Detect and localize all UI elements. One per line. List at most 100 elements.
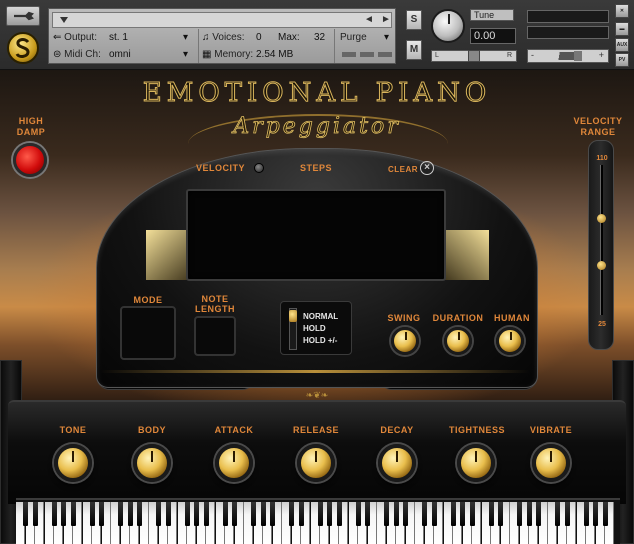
aux-button[interactable]: AUX [615,38,629,52]
tune-value[interactable]: 0.00 [470,28,516,44]
black-key[interactable] [498,502,503,526]
velocity-range-max: 110 [596,155,608,162]
black-key[interactable] [99,502,104,526]
black-key[interactable] [156,502,161,526]
purge-dropdown-icon[interactable]: ▾ [384,30,389,45]
body-knob[interactable] [133,444,171,482]
max-voices-value[interactable]: 32 [314,30,325,45]
black-key[interactable] [70,502,76,526]
pan-slider[interactable]: L R [431,50,517,62]
black-key[interactable] [469,502,475,526]
black-key[interactable] [89,502,95,526]
black-key[interactable] [422,502,427,526]
black-key[interactable] [222,502,228,526]
hold-mode-switch[interactable]: NORMAL HOLD HOLD +/- [280,301,352,355]
black-key[interactable] [593,502,598,526]
pan-handle[interactable] [468,50,480,62]
black-key[interactable] [232,502,237,526]
black-key[interactable] [51,502,57,526]
mute-button[interactable]: M [406,40,422,60]
purge-menu[interactable]: Purge ▾ [340,30,394,45]
black-key[interactable] [602,502,608,526]
tightness-knob[interactable] [457,444,495,482]
release-knob[interactable] [297,444,335,482]
black-key[interactable] [270,502,275,526]
black-key[interactable] [393,502,399,526]
black-key[interactable] [336,502,342,526]
hold-mode-handle[interactable] [289,310,297,322]
swing-knob[interactable] [391,327,419,355]
midi-icon: ⊜ [53,49,62,60]
black-key[interactable] [365,502,370,526]
black-key[interactable] [431,502,437,526]
mode-option-hold[interactable]: HOLD [303,324,326,333]
attack-knob[interactable] [215,444,253,482]
black-key[interactable] [194,502,199,526]
high-damp-button[interactable] [13,143,47,177]
black-key[interactable] [165,502,171,526]
black-key[interactable] [555,502,560,526]
black-key[interactable] [23,502,28,526]
vibrate-knob[interactable] [532,444,570,482]
black-key[interactable] [298,502,304,526]
black-key[interactable] [488,502,494,526]
midi-dropdown-icon[interactable]: ▾ [183,47,188,62]
black-key[interactable] [460,502,465,526]
wrench-icon[interactable] [6,6,40,26]
black-key[interactable] [355,502,361,526]
close-instrument-icon[interactable]: ✕ [615,4,629,18]
piano-keyboard[interactable] [16,498,620,544]
pv-button[interactable]: PV [615,53,629,67]
black-key[interactable] [118,502,123,526]
black-key[interactable] [32,502,38,526]
volume-slider[interactable]: - + [527,49,609,63]
black-key[interactable] [317,502,323,526]
mode-option-normal[interactable]: NORMAL [303,312,338,321]
mode-selector[interactable] [120,306,176,360]
black-key[interactable] [517,502,522,526]
black-key[interactable] [251,502,256,526]
velocity-range-upper-handle[interactable] [597,214,606,223]
close-circle-icon[interactable]: × [420,161,434,175]
arp-step-display[interactable] [186,189,446,281]
duration-label: DURATION [432,313,484,323]
midi-channel-selector[interactable]: ⊜ Midi Ch: omni ▾ [53,47,193,62]
voices-value: 0 [256,32,262,43]
black-key[interactable] [137,502,142,526]
velocity-range-lower-handle[interactable] [597,261,606,270]
black-key[interactable] [583,502,589,526]
black-key[interactable] [384,502,389,526]
mode-option-hold-plus-minus[interactable]: HOLD +/- [303,336,337,345]
black-key[interactable] [536,502,541,526]
prev-instrument-icon[interactable]: ◄ [364,13,374,27]
output-dropdown-icon[interactable]: ▾ [183,30,188,45]
black-key[interactable] [289,502,294,526]
black-key[interactable] [260,502,266,526]
black-key[interactable] [564,502,570,526]
duration-knob[interactable] [444,327,472,355]
black-key[interactable] [450,502,456,526]
kontakt-header: ◄ ► ⇐ Output: st. 1 ▾ ⊜ Midi Ch: omni ▾ … [0,0,634,70]
black-key[interactable] [403,502,408,526]
black-key[interactable] [184,502,190,526]
human-knob[interactable] [496,327,524,355]
velocity-toggle[interactable] [254,163,264,173]
black-key[interactable] [327,502,332,526]
dropdown-arrow-icon[interactable] [60,17,68,23]
instrument-panel: EMOTIONAL PIANO Arpeggiator HIGH DAMP VE… [0,70,634,544]
black-key[interactable] [203,502,209,526]
black-key[interactable] [127,502,133,526]
instrument-name-field[interactable]: ◄ ► [52,12,392,28]
note-length-selector[interactable] [194,316,236,356]
decay-knob[interactable] [378,444,416,482]
next-instrument-icon[interactable]: ► [381,13,391,27]
tone-knob[interactable] [54,444,92,482]
solo-button[interactable]: S [406,10,422,30]
black-key[interactable] [61,502,66,526]
velocity-range-slider[interactable]: 110 25 [588,140,614,350]
volume-handle[interactable] [574,51,582,61]
black-key[interactable] [526,502,532,526]
output-selector[interactable]: ⇐ Output: st. 1 ▾ [53,30,193,45]
minimize-icon[interactable]: ▬ [615,22,629,36]
tune-knob[interactable] [431,9,465,43]
